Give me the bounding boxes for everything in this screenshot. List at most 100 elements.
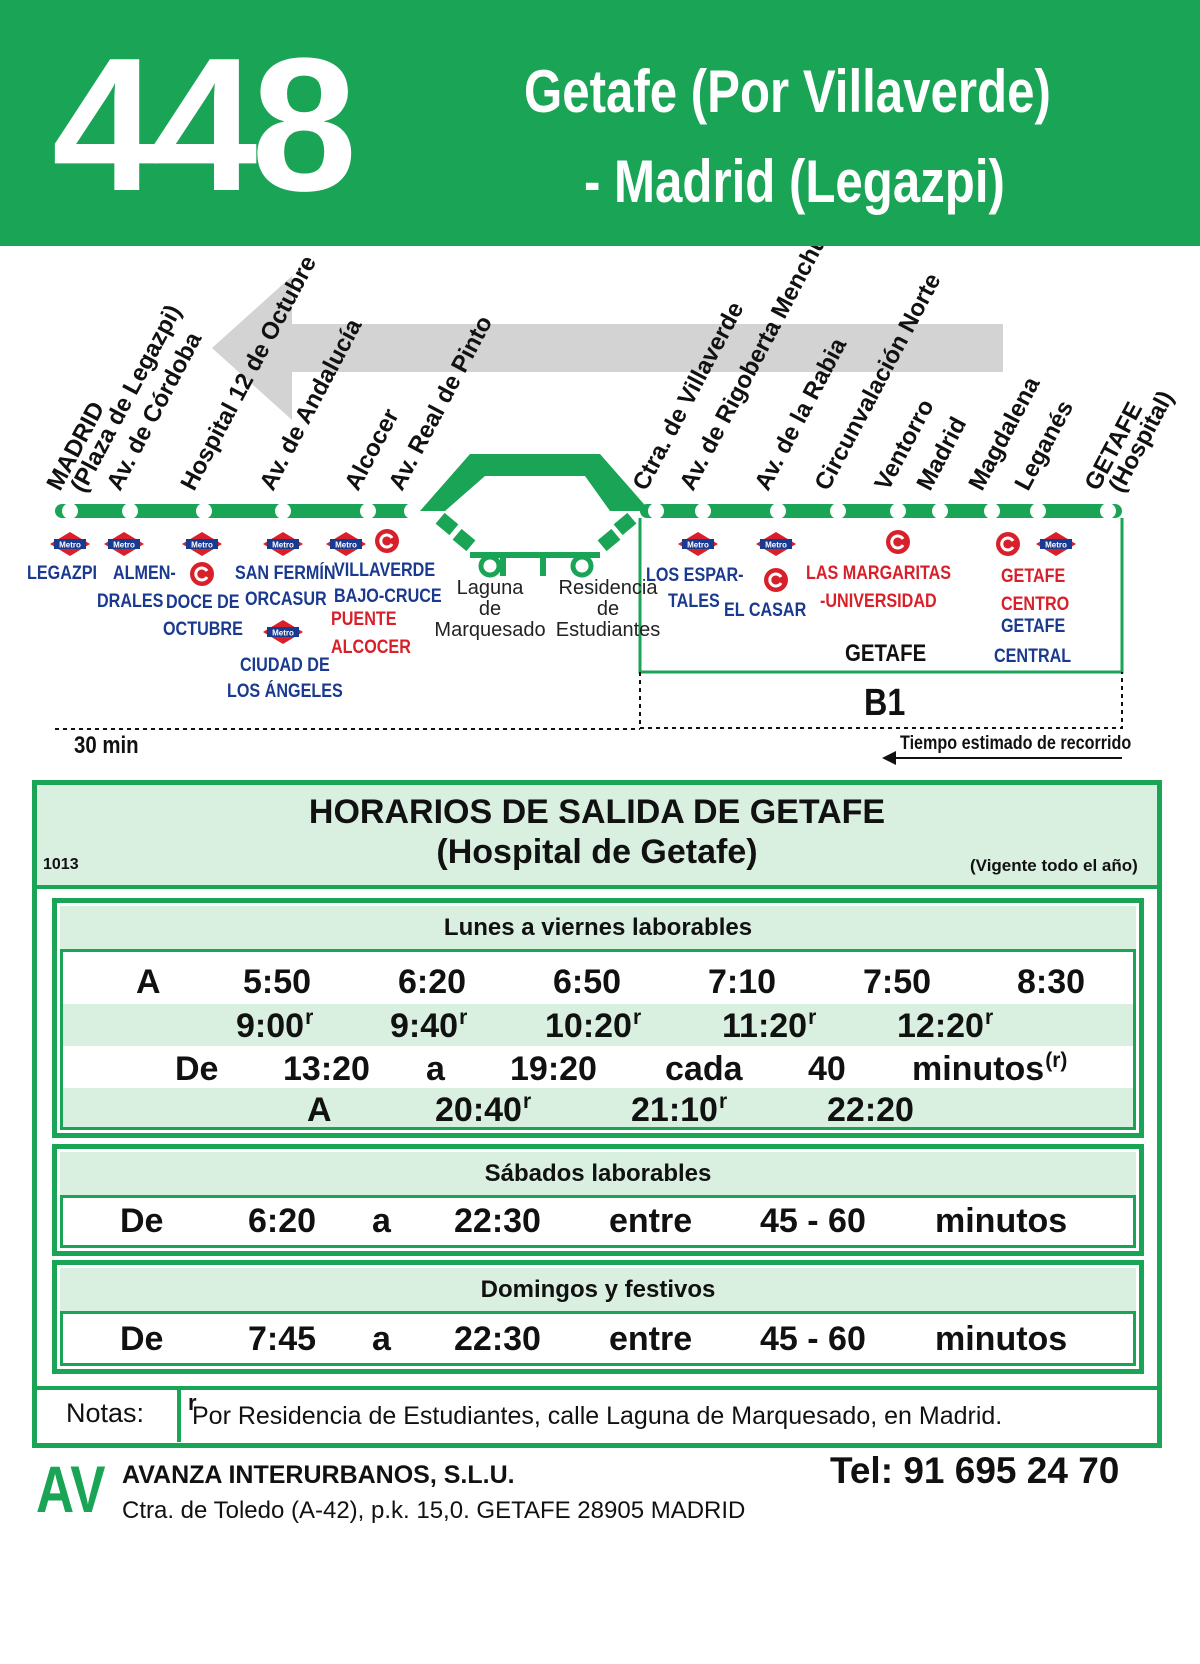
conn-espartales-2: TALES bbox=[668, 591, 720, 612]
loop-segments bbox=[435, 512, 637, 576]
route-name-line1: Getafe (Por Villaverde) bbox=[524, 58, 1051, 125]
time-cell: 12:20r bbox=[897, 1006, 994, 1045]
metro-icon: Metro bbox=[263, 620, 303, 644]
notes-label: Notas: bbox=[66, 1398, 145, 1428]
stop-marker bbox=[1030, 503, 1046, 519]
metro-icon: Metro bbox=[1036, 532, 1076, 556]
conn-ciudad-2: LOS ÁNGELES bbox=[227, 681, 343, 702]
travel-time-caption: Tiempo estimado de recorrido bbox=[900, 733, 1132, 754]
loop-stop bbox=[570, 554, 594, 578]
stop-marker bbox=[890, 503, 906, 519]
conn-getafe-centro-2: CENTRO bbox=[1001, 594, 1070, 615]
metro-icon: Metro bbox=[756, 532, 796, 556]
time-cell: 45 - 60 bbox=[760, 1202, 866, 1240]
stop-marker bbox=[1100, 503, 1116, 519]
company-phone: Tel: 91 695 24 70 bbox=[830, 1450, 1120, 1491]
route-map: MADRID(Plaza de Legazpi)Av. de CórdobaHo… bbox=[41, 246, 1179, 765]
svg-text:Metro: Metro bbox=[191, 541, 213, 550]
stop-marker bbox=[695, 503, 711, 519]
cercanias-icon bbox=[764, 568, 788, 592]
time-cell: 22:30 bbox=[454, 1202, 541, 1240]
stop-label: Hospital 12 de Octubre bbox=[175, 251, 322, 494]
time-cell: 22:30 bbox=[454, 1320, 541, 1358]
metro-icon: Metro bbox=[50, 532, 90, 556]
time-cell: cada bbox=[665, 1050, 743, 1088]
metro-icon: Metro bbox=[104, 532, 144, 556]
time-cell: 11:20r bbox=[722, 1006, 817, 1045]
metro-icon: Metro bbox=[326, 532, 366, 556]
cercanias-icon bbox=[375, 529, 399, 553]
stop-marker bbox=[275, 503, 291, 519]
conn-ciudad-1: CIUDAD DE bbox=[240, 655, 330, 676]
schedule-title: HORARIOS DE SALIDA DE GETAFE bbox=[308, 793, 886, 831]
time-cell: entre bbox=[609, 1202, 693, 1240]
stop-marker bbox=[404, 503, 420, 519]
time-cell: De bbox=[120, 1202, 164, 1240]
stop-marker bbox=[984, 503, 1000, 519]
metro-icon: Metro bbox=[182, 532, 222, 556]
svg-text:Metro: Metro bbox=[335, 541, 357, 550]
cercanias-icon bbox=[996, 532, 1020, 556]
saturdays-title: Sábados laborables bbox=[60, 1152, 1136, 1198]
company-address: Ctra. de Toledo (A-42), p.k. 15,0. GETAF… bbox=[122, 1497, 746, 1524]
svg-text:Metro: Metro bbox=[59, 541, 81, 550]
time-cell: De bbox=[175, 1050, 219, 1088]
conn-getafe-central-1: GETAFE bbox=[1001, 616, 1066, 637]
conn-almendrales-1: ALMEN- bbox=[113, 563, 176, 584]
cercanias-icon bbox=[886, 530, 910, 554]
schedule-code: 1013 bbox=[43, 856, 79, 873]
conn-san-fermin-2: ORCASUR bbox=[245, 589, 327, 610]
metro-icon: Metro bbox=[263, 532, 303, 556]
time-cell: 7:10 bbox=[708, 963, 777, 1001]
time-cell: 10:20r bbox=[545, 1006, 642, 1045]
conn-puente-2: ALCOCER bbox=[331, 637, 411, 658]
conn-san-fermin-1: SAN FERMÍN bbox=[235, 563, 336, 584]
notes-text: Por Residencia de Estudiantes, calle Lag… bbox=[192, 1402, 1003, 1430]
time-cell: minutos(r) bbox=[912, 1049, 1068, 1088]
svg-text:Metro: Metro bbox=[113, 541, 135, 550]
svg-text:Metro: Metro bbox=[272, 629, 294, 638]
route-name-line2: - Madrid (Legazpi) bbox=[584, 148, 1005, 215]
time-cell: 6:50 bbox=[553, 963, 622, 1001]
time-cell: minutos bbox=[935, 1202, 1068, 1240]
time-cell: 9:40r bbox=[390, 1006, 468, 1045]
conn-puente-1: PUENTE bbox=[331, 609, 397, 630]
time-cell: 20:40r bbox=[435, 1090, 532, 1129]
sundays-title: Domingos y festivos bbox=[60, 1268, 1136, 1314]
conn-getafe-centro-1: GETAFE bbox=[1001, 566, 1066, 587]
conn-margaritas-1: LAS MARGARITAS bbox=[806, 563, 952, 584]
conn-getafe-central-2: CENTRAL bbox=[994, 646, 1072, 667]
zone-b1: B1 bbox=[864, 682, 906, 724]
loop-stop bbox=[478, 554, 502, 578]
route-number: 448 bbox=[52, 19, 357, 231]
time-cell: A bbox=[136, 963, 161, 1001]
metro-icon: Metro bbox=[678, 532, 718, 556]
travel-time: 30 min bbox=[74, 732, 139, 759]
time-cell: 22:20 bbox=[827, 1091, 914, 1129]
stop-marker bbox=[830, 503, 846, 519]
conn-doce-2: OCTUBRE bbox=[163, 619, 243, 640]
stop-marker bbox=[770, 503, 786, 519]
conn-el-casar: EL CASAR bbox=[724, 600, 807, 621]
time-cell: 7:50 bbox=[863, 963, 932, 1001]
time-cell: 6:20 bbox=[398, 963, 467, 1001]
time-cell: 45 - 60 bbox=[760, 1320, 866, 1358]
zone-getafe: GETAFE bbox=[845, 640, 927, 667]
conn-margaritas-2: -UNIVERSIDAD bbox=[820, 591, 937, 612]
time-cell: a bbox=[372, 1320, 391, 1358]
stop-marker bbox=[122, 503, 138, 519]
svg-text:Metro: Metro bbox=[1045, 541, 1067, 550]
time-cell: De bbox=[120, 1320, 164, 1358]
time-cell: 6:20 bbox=[248, 1202, 317, 1240]
time-cell: 7:45 bbox=[248, 1320, 317, 1358]
stop-marker bbox=[360, 503, 376, 519]
weekdays-band bbox=[63, 1088, 1133, 1127]
time-cell: a bbox=[426, 1050, 445, 1088]
time-cell: 8:30 bbox=[1017, 963, 1086, 1001]
svg-text:Metro: Metro bbox=[272, 541, 294, 550]
company-logo: AV bbox=[36, 1452, 106, 1526]
time-cell: 19:20 bbox=[510, 1050, 597, 1088]
svg-text:Metro: Metro bbox=[687, 541, 709, 550]
time-cell: entre bbox=[609, 1320, 693, 1358]
time-cell: 9:00r bbox=[236, 1006, 314, 1045]
